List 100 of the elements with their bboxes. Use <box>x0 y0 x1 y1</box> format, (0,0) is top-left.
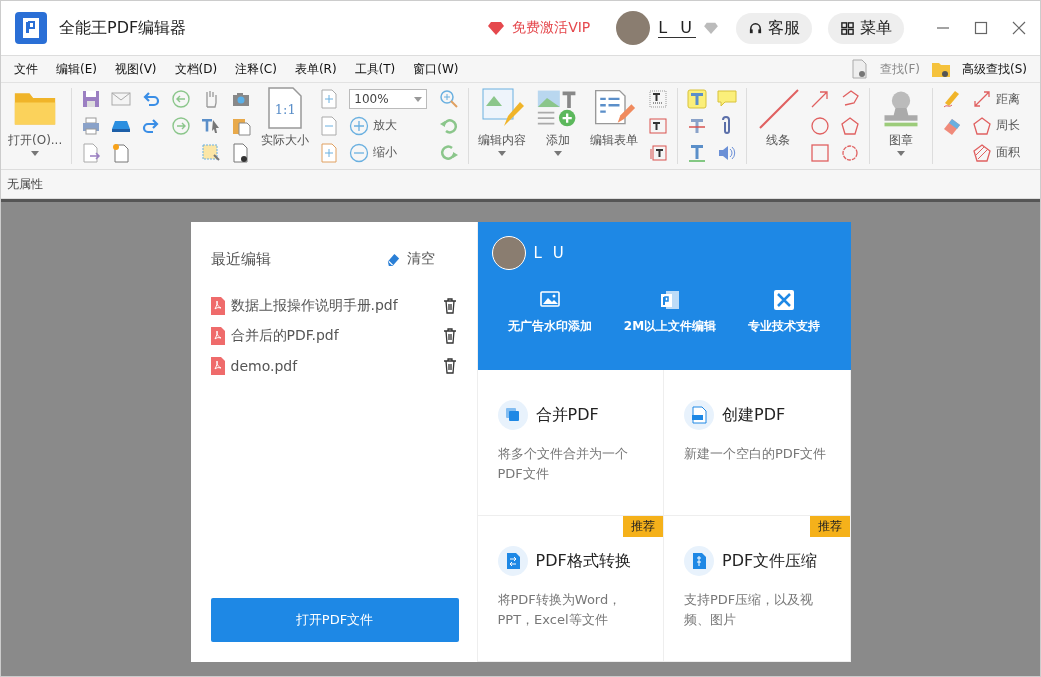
save-icon[interactable] <box>81 89 102 110</box>
dropdown-arrow-icon <box>414 96 423 102</box>
vip-link[interactable]: 免费激活VIP <box>512 19 591 37</box>
card-title: 创建PDF <box>722 404 786 426</box>
plus-icon[interactable] <box>349 116 370 136</box>
export-document-icon[interactable] <box>81 142 102 163</box>
advanced-find-menu[interactable]: 高级查找(S) <box>955 60 1034 78</box>
clipboard-icon[interactable] <box>231 116 252 136</box>
menu-item[interactable]: 表单(R) <box>287 60 344 78</box>
card-description: 新建一个空白的PDF文件 <box>684 445 828 463</box>
eraser-icon[interactable] <box>942 116 963 136</box>
recent-title: 最近编辑 <box>210 249 271 269</box>
feature-card[interactable]: 推荐 PDF格式转换 将PDF转换为Word，PPT，Excel等文件 <box>477 516 664 662</box>
text-field-icon[interactable] <box>648 89 669 110</box>
trash-icon[interactable] <box>442 358 457 374</box>
forward-icon[interactable] <box>171 116 192 136</box>
rotate-right-icon[interactable] <box>439 142 460 163</box>
feature-label: 无广告水印添加 <box>507 318 592 335</box>
measure-tool[interactable]: 周长 <box>996 117 1021 135</box>
measure-tool[interactable]: 面积 <box>996 144 1021 162</box>
strikethrough-text-icon[interactable] <box>687 116 708 136</box>
back-icon[interactable] <box>171 89 192 110</box>
open-button[interactable]: 打开(O)... <box>8 132 63 149</box>
text-callout-icon[interactable] <box>648 142 669 163</box>
feature-card[interactable]: 创建PDF 新建一个空白的PDF文件 <box>664 370 851 516</box>
new-document-icon[interactable] <box>111 142 132 163</box>
menu-item[interactable]: 文件 <box>7 60 45 78</box>
printer-icon[interactable] <box>81 116 102 136</box>
caret-icon[interactable] <box>31 151 40 156</box>
menu-item[interactable]: 文档(D) <box>167 60 225 78</box>
app-logo-icon <box>15 12 47 44</box>
grid-icon <box>840 20 855 36</box>
document-icon <box>660 290 680 310</box>
magnifier-icon[interactable] <box>439 89 460 110</box>
open-pdf-button[interactable]: 打开PDF文件 <box>210 598 459 642</box>
eraser-icon <box>385 251 401 267</box>
recent-file[interactable]: 数据上报操作说明手册.pdf <box>230 297 437 315</box>
merge-icon <box>497 400 528 430</box>
menu-button[interactable]: 菜单 <box>828 12 904 44</box>
find-menu[interactable]: 查找(F) <box>872 60 927 78</box>
recent-file[interactable]: demo.pdf <box>230 358 437 374</box>
feature-card[interactable]: 推荐 PDF文件压缩 支持PDF压缩，以及视频、图片 <box>664 516 851 662</box>
caret-icon[interactable] <box>897 151 906 156</box>
pdf-file-icon <box>210 357 225 375</box>
circle-icon[interactable] <box>810 116 831 136</box>
card-title: 合并PDF <box>535 404 599 426</box>
zoom-in-button[interactable]: 放大 <box>373 117 398 135</box>
clear-button[interactable]: 清空 <box>385 250 435 268</box>
stamp-button[interactable]: 图章 <box>889 132 914 149</box>
menu-item[interactable]: 窗口(W) <box>406 60 466 78</box>
highlight-text-icon[interactable] <box>687 89 708 110</box>
edit-form-button[interactable]: 编辑表单 <box>590 132 639 149</box>
maximize-icon[interactable] <box>974 21 988 35</box>
minus-icon[interactable] <box>349 142 370 163</box>
close-icon[interactable] <box>1012 21 1026 35</box>
text-select-icon[interactable] <box>201 116 222 136</box>
text-box-icon[interactable] <box>648 116 669 136</box>
caret-icon[interactable] <box>498 151 507 156</box>
menu-item[interactable]: 注释(C) <box>228 60 284 78</box>
trash-icon[interactable] <box>442 298 457 314</box>
window-title: 全能王PDF编辑器 <box>59 17 187 39</box>
feature-label: 2M以上文件编辑 <box>623 318 717 335</box>
cloud-shape-icon[interactable] <box>840 142 861 163</box>
card-description: 将多个文件合并为一个PDF文件 <box>497 445 629 483</box>
menu-item[interactable]: 编辑(E) <box>49 60 104 78</box>
caret-icon[interactable] <box>554 151 563 156</box>
trash-icon[interactable] <box>442 328 457 344</box>
recommend-badge: 推荐 <box>623 516 663 537</box>
measure-tool[interactable]: 距离 <box>996 90 1021 108</box>
menu-item[interactable]: 视图(V) <box>107 60 164 78</box>
feature-label: 专业技术支持 <box>748 318 821 335</box>
pdf-file-icon <box>210 297 225 315</box>
recent-file[interactable]: 合并后的PDF.pdf <box>230 327 437 345</box>
perimeter-icon[interactable] <box>972 116 993 136</box>
fit-page-icon[interactable] <box>319 89 340 110</box>
actual-size-button[interactable]: 实际大小 <box>261 132 310 149</box>
add-button[interactable]: 添加 <box>546 132 571 149</box>
area-icon[interactable] <box>972 142 993 163</box>
zoom-out-button[interactable]: 缩小 <box>373 144 398 162</box>
distance-icon[interactable] <box>972 89 993 110</box>
user-name[interactable]: L U <box>658 18 696 38</box>
headset-icon <box>748 20 763 36</box>
fit-visible-icon[interactable] <box>319 142 340 163</box>
pentagon-icon[interactable] <box>840 116 861 136</box>
square-icon[interactable] <box>810 142 831 163</box>
compress-icon <box>684 546 714 576</box>
actual-size-glyph: 1:1 <box>274 102 296 117</box>
card-title: PDF格式转换 <box>535 550 631 572</box>
support-button[interactable]: 客服 <box>736 12 812 44</box>
menu-item[interactable]: 工具(T) <box>347 60 403 78</box>
feature-card[interactable]: 合并PDF 将多个文件合并为一个PDF文件 <box>477 370 664 516</box>
arrow-icon[interactable] <box>810 89 831 110</box>
properties-label: 无属性 <box>7 175 43 193</box>
underline-text-icon[interactable] <box>687 142 708 163</box>
lines-button[interactable]: 线条 <box>766 132 791 149</box>
zoom-dropdown[interactable]: 100% <box>349 89 428 110</box>
rotate-left-icon[interactable] <box>439 116 460 136</box>
account-name: L U <box>533 244 567 262</box>
area-select-icon[interactable] <box>201 142 222 163</box>
edit-content-button[interactable]: 编辑内容 <box>478 132 527 149</box>
